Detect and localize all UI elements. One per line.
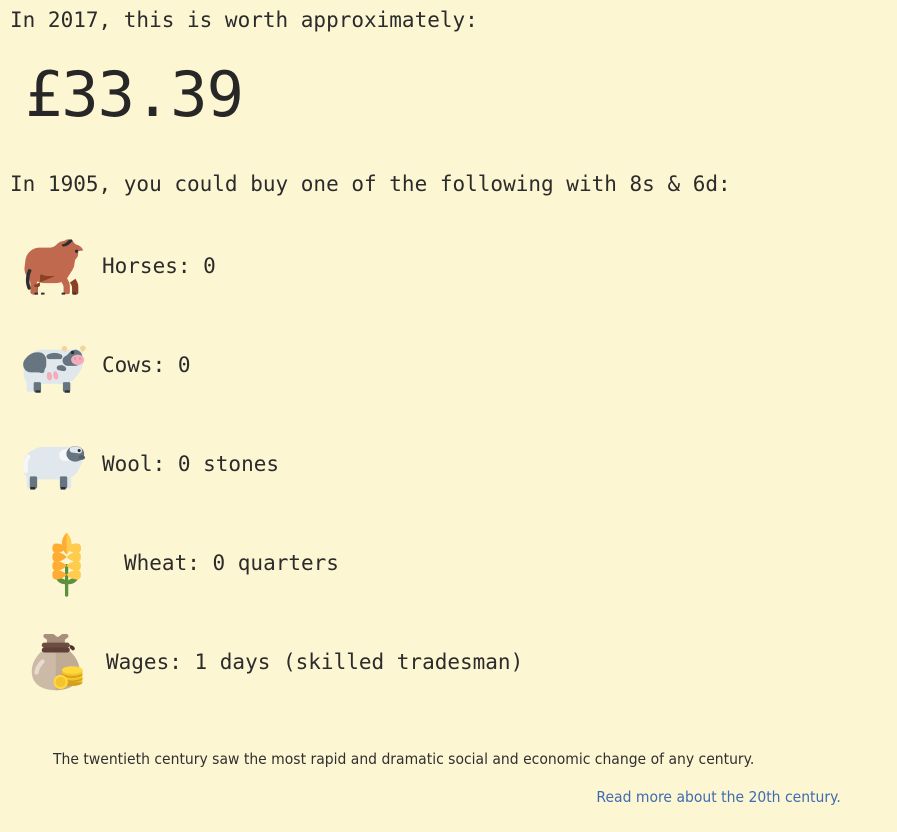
money-bag-emoji bbox=[14, 620, 98, 704]
read-more-link[interactable]: Read more about the 20th century. bbox=[597, 786, 841, 808]
list-item: Wheat: 0 quarters bbox=[0, 513, 897, 612]
cow-emoji bbox=[14, 323, 98, 407]
currency-converter-result-page: In 2017, this is worth approximately: £3… bbox=[0, 0, 897, 832]
wheat-emoji bbox=[24, 521, 108, 605]
horse-emoji bbox=[14, 224, 98, 308]
footer: The twentieth century saw the most rapid… bbox=[0, 748, 897, 808]
list-item-label: Cows: 0 bbox=[102, 352, 191, 377]
list-item: Wool: 0 stones bbox=[0, 414, 897, 513]
list-item-label: Wool: 0 stones bbox=[102, 451, 280, 476]
list-item: Wages: 1 days (skilled tradesman) bbox=[0, 612, 897, 711]
list-item-label: Horses: 0 bbox=[102, 253, 216, 278]
list-item-label: Wages: 1 days (skilled tradesman) bbox=[106, 649, 524, 674]
historic-purchasing-power-heading: In 1905, you could buy one of the follow… bbox=[10, 172, 731, 196]
conversion-year-lead-text: In 2017, this is worth approximately: bbox=[10, 8, 478, 32]
footer-link-container: Read more about the 20th century. bbox=[0, 786, 897, 808]
list-item: Cows: 0 bbox=[0, 315, 897, 414]
list-item: Horses: 0 bbox=[0, 216, 897, 315]
sheep-emoji bbox=[14, 422, 98, 506]
converted-value-amount: £33.39 bbox=[25, 58, 244, 131]
purchasing-power-list: Horses: 0 Cows: 0 Wool: 0 stones Wheat: … bbox=[0, 216, 897, 711]
footer-note-text: The twentieth century saw the most rapid… bbox=[53, 750, 755, 768]
list-item-label: Wheat: 0 quarters bbox=[124, 550, 339, 575]
